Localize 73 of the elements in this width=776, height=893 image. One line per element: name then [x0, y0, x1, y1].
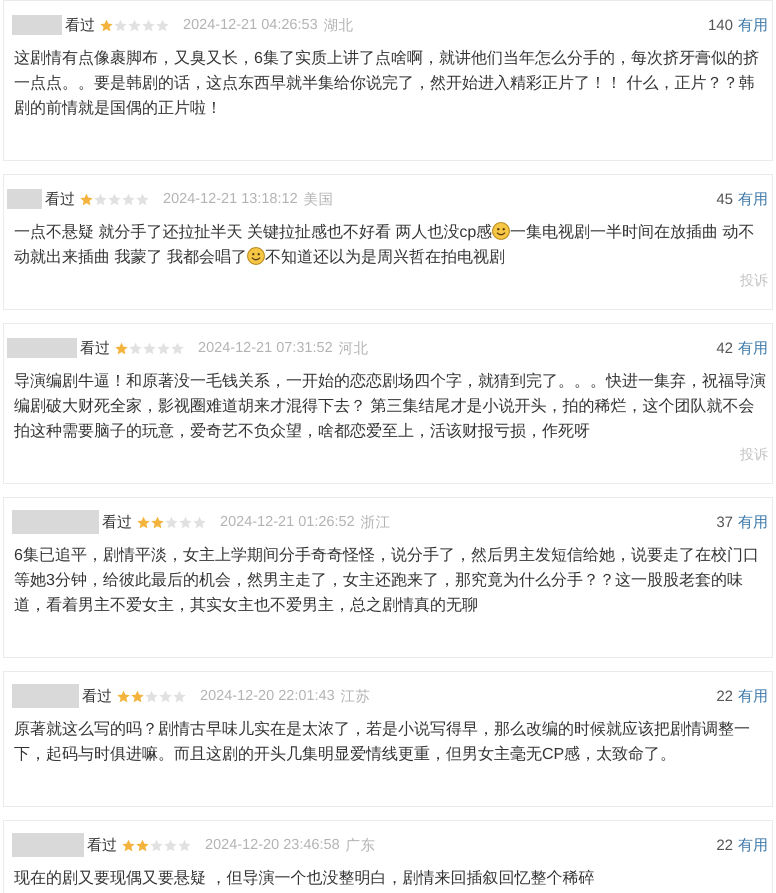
- star-icon: [117, 690, 130, 702]
- redacted-username: [12, 833, 84, 857]
- smiley-icon: [246, 247, 265, 265]
- review-location: 河北: [338, 340, 369, 358]
- watched-label: 看过: [102, 512, 132, 532]
- useful-link[interactable]: 有用: [738, 512, 768, 532]
- smiley-icon: [492, 222, 510, 240]
- star-icon: [173, 690, 186, 702]
- review-location: 湖北: [324, 16, 354, 34]
- star-icon: [131, 690, 144, 702]
- star-icon: [150, 838, 163, 852]
- star-icon: [94, 192, 107, 206]
- review-time: 2024-12-21 07:31:52: [198, 340, 333, 356]
- star-icon: [100, 18, 113, 32]
- star-icon: [164, 838, 177, 852]
- star-icon: [145, 690, 158, 702]
- star-icon: [165, 516, 178, 528]
- star-icon: [178, 838, 191, 852]
- useful-count: 22: [716, 688, 733, 704]
- star-icon: [171, 342, 184, 354]
- redacted-username: [7, 189, 42, 209]
- review-text: 一点不悬疑 就分手了还拉扯半天 关键拉扯感也不好看 两人也没cp感 一集电视剧一半时间在放插曲 动不动就出来插曲 我蒙了 我都会唱了 不知道还以为是周兴哲在拍电视剧: [13, 221, 756, 268]
- star-icon: [151, 516, 164, 528]
- useful-count: 140: [708, 16, 733, 34]
- useful-link[interactable]: 有用: [738, 338, 768, 358]
- star-icon: [80, 192, 93, 206]
- review-text: 现在的剧又要现偶又要悬疑 ，但导演一个也没整明白，剧情来回插叙回忆整个稀碎: [13, 868, 596, 889]
- watched-label: 看过: [87, 836, 117, 854]
- star-icon: [142, 18, 155, 32]
- useful-link[interactable]: 有用: [738, 686, 768, 706]
- useful-count: 37: [716, 514, 733, 530]
- review-location: 浙江: [360, 514, 391, 532]
- review-time: 2024-12-21 01:26:52: [220, 514, 355, 530]
- star-icon: [136, 838, 149, 852]
- star-icon: [193, 516, 206, 528]
- useful-link[interactable]: 有用: [738, 190, 768, 208]
- review-location: 美国: [304, 190, 334, 208]
- watched-label: 看过: [65, 16, 95, 34]
- star-icon: [122, 192, 135, 206]
- star-icon: [159, 690, 172, 702]
- star-icon: [137, 516, 150, 528]
- review-text: 这剧情有点像裹脚布，又臭又长，6集了实质上讲了点啥啊，就讲他们当年怎么分手的，每次挤牙膏似的挤一点点。。要是韩剧的话，这点东西早就半集给你说完了，然开始进入精彩正片了！！ 什么，正片？？韩剧的前情就是国偶的正片啦！: [13, 48, 760, 119]
- useful-count: 22: [716, 836, 733, 854]
- star-icon: [108, 192, 121, 206]
- watched-label: 看过: [80, 338, 110, 358]
- watched-label: 看过: [45, 190, 75, 208]
- review-text: 6集已追平，剧情平淡，女主上学期间分手奇奇怪怪，说分手了，然后男主发短信给她，说要走了在校门口等她3分钟，给彼此最后的机会，然男主走了，女主还跑来了，那究竟为什么分手？？这一股股老套的味道，看着男主不爱女主，其实女主也不爱男主，总之剧情真的无聊: [13, 546, 760, 616]
- review-location: 广东: [346, 836, 376, 854]
- review-time: 2024-12-20 23:46:58: [205, 837, 340, 853]
- redacted-username: [7, 338, 77, 358]
- star-icon: [128, 18, 141, 32]
- review-time: 2024-12-20 22:01:43: [200, 688, 335, 704]
- star-icon: [157, 342, 170, 354]
- review-text: 原著就这么写的吗？剧情古早味儿实在是太浓了，若是小说写得早，那么改编的时候就应该把剧情调整一下，起码与时俱进嘛。而且这剧的开头几集明显爱情线更重，但男女主毫无CP感，太致命了。: [13, 720, 751, 765]
- review-time: 2024-12-21 13:18:12: [163, 191, 298, 207]
- useful-count: 42: [716, 340, 733, 356]
- redacted-username: [12, 15, 62, 35]
- star-icon: [136, 192, 149, 206]
- useful-count: 45: [716, 190, 733, 208]
- review-location: 江苏: [340, 688, 371, 706]
- watched-label: 看过: [82, 686, 112, 706]
- useful-link[interactable]: 有用: [738, 16, 768, 34]
- star-icon: [122, 838, 135, 852]
- useful-link[interactable]: 有用: [738, 836, 768, 854]
- review-text: 导演编剧牛逼！和原著没一毛钱关系，一开始的恋恋剧场四个字，就猜到完了。。。快进一集弃，祝福导演编剧破大财死全家，影视圈难道胡来才混得下去？ 第三集结尾才是小说开头，拍的稀烂，这个团队就不会拍这种需要脑子的玩意，爱奇艺不负众望，啥都恋爱至上，活该财报亏损，作死呀: [13, 372, 767, 442]
- star-icon: [115, 342, 128, 354]
- star-icon: [143, 342, 156, 354]
- star-icon: [179, 516, 192, 528]
- star-icon: [129, 342, 142, 354]
- review-time: 2024-12-21 04:26:53: [183, 17, 318, 33]
- star-icon: [156, 18, 169, 32]
- star-icon: [114, 18, 127, 32]
- redacted-username: [12, 684, 79, 708]
